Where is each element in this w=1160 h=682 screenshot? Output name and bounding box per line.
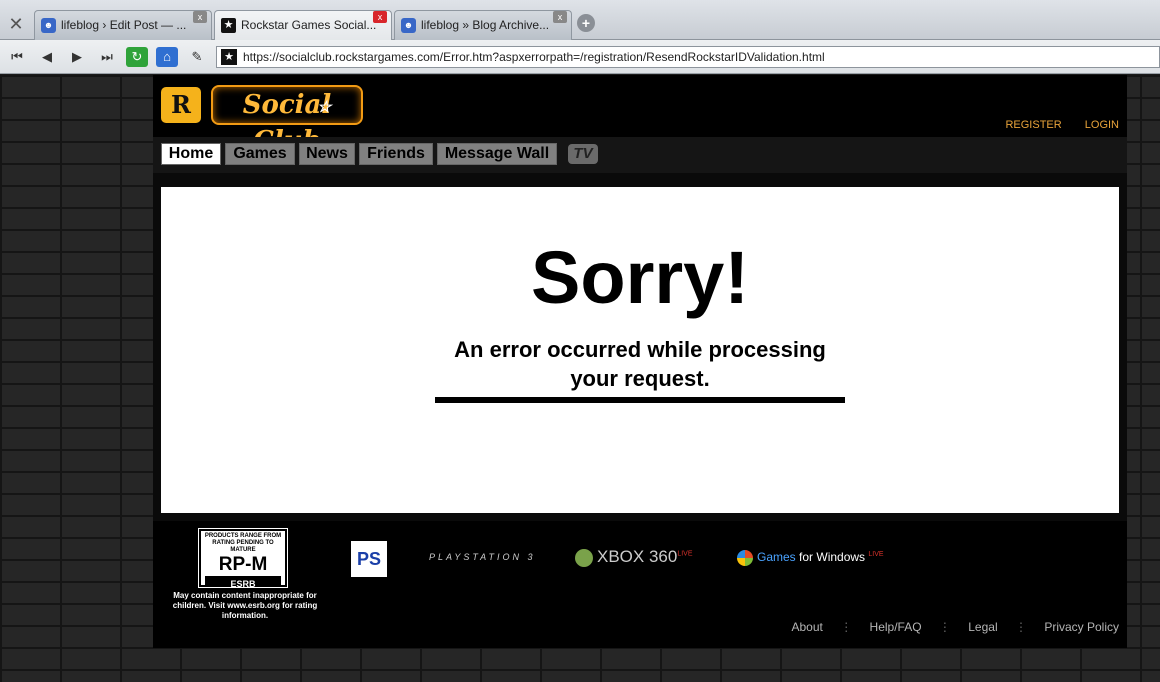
url-text: https://socialclub.rockstargames.com/Err…	[243, 50, 825, 64]
nav-friends[interactable]: Friends	[359, 143, 433, 165]
footer-link-privacy[interactable]: Privacy Policy	[1044, 620, 1119, 634]
playstation-logo-icon[interactable]: PS	[351, 541, 387, 577]
tv-icon[interactable]: TV	[568, 144, 598, 164]
close-tab-icon[interactable]: x	[553, 11, 567, 23]
windows-flag-icon	[737, 550, 753, 566]
login-link[interactable]: LOGIN	[1085, 119, 1119, 131]
rewind-icon[interactable]: ⏮	[6, 47, 28, 67]
tab-social-club[interactable]: ★ Rockstar Games Social... x	[214, 10, 392, 41]
tab-label: Rockstar Games Social...	[241, 18, 377, 32]
esrb-top-text: PRODUCTS RANGE FROM RATING PENDING TO MA…	[204, 533, 282, 553]
xbox-text: XBOX 360	[597, 547, 678, 566]
rockstar-icon: ★	[221, 18, 236, 33]
footer-link-about[interactable]: About	[791, 620, 822, 634]
error-panel: Sorry! An error occurred while processin…	[161, 187, 1119, 513]
site-footer: PRODUCTS RANGE FROM RATING PENDING TO MA…	[153, 521, 1127, 648]
error-message: An error occurred while processing your …	[454, 337, 826, 391]
address-bar[interactable]: ★ https://socialclub.rockstargames.com/E…	[216, 46, 1160, 68]
gfw-live-text: LIVE	[868, 551, 884, 559]
esrb-note: May contain content inappropriate for ch…	[172, 591, 318, 620]
tab-blog-archive[interactable]: ☻ lifeblog » Blog Archive... x	[394, 10, 572, 40]
nav-news[interactable]: News	[299, 143, 355, 165]
blog-icon: ☻	[401, 18, 416, 33]
rockstar-icon: ★	[221, 49, 237, 65]
xbox-360-logo[interactable]: XBOX 360LIVE	[575, 547, 693, 567]
site-container: R ☆ Social Club REGISTER LOGIN Home Game…	[153, 75, 1127, 648]
tools-icon[interactable]: ✕	[4, 12, 28, 36]
browser-tab-bar: ✕ ☻ lifeblog › Edit Post — ... x ★ Rocks…	[0, 0, 1160, 41]
nav-message-wall[interactable]: Message Wall	[437, 143, 557, 165]
edit-icon[interactable]: ✎	[186, 47, 208, 67]
reload-icon[interactable]: ↻	[126, 47, 148, 67]
tab-label: lifeblog » Blog Archive...	[421, 18, 550, 32]
site-nav: Home Games News Friends Message Wall TV	[153, 137, 1127, 173]
gfw-games-text: Games	[757, 550, 796, 565]
games-for-windows-logo[interactable]: Games for Windows LIVE	[737, 550, 884, 566]
esrb-rating-badge[interactable]: PRODUCTS RANGE FROM RATING PENDING TO MA…	[198, 528, 288, 592]
gfw-rest-text: for Windows	[799, 550, 866, 565]
blog-icon: ☻	[41, 18, 56, 33]
footer-separator: ⋮	[840, 620, 853, 634]
site-header: R ☆ Social Club REGISTER LOGIN	[153, 75, 1127, 156]
footer-link-legal[interactable]: Legal	[968, 620, 997, 634]
footer-separator: ⋮	[1014, 620, 1027, 634]
error-title: Sorry!	[531, 236, 749, 319]
playstation3-logo[interactable]: PLAYSTATION 3	[429, 552, 536, 562]
new-tab-icon[interactable]: +	[577, 14, 595, 32]
esrb-rating: RP-M	[218, 554, 268, 575]
footer-separator: ⋮	[938, 620, 951, 634]
close-tab-icon[interactable]: x	[373, 11, 387, 23]
nav-games[interactable]: Games	[225, 143, 295, 165]
home-icon[interactable]: ⌂	[156, 47, 178, 67]
footer-link-help[interactable]: Help/FAQ	[870, 620, 922, 634]
browser-nav-bar: ⏮ ◀ ▶ ⏭ ↻ ⌂ ✎ ★ https://socialclub.rocks…	[0, 40, 1160, 74]
social-club-logo[interactable]: ☆ Social Club	[211, 85, 363, 156]
xbox-live-text: LIVE	[677, 550, 693, 558]
xbox-orb-icon	[575, 548, 593, 567]
tab-label: lifeblog › Edit Post — ...	[61, 18, 187, 32]
star-icon: ☆	[317, 97, 332, 116]
esrb-logo-text: ESRB	[205, 576, 281, 592]
top-links: REGISTER LOGIN	[985, 119, 1119, 131]
register-link[interactable]: REGISTER	[1005, 119, 1061, 131]
footer-links: About ⋮ Help/FAQ ⋮ Legal ⋮ Privacy Polic…	[777, 620, 1119, 634]
fast-forward-icon[interactable]: ⏭	[96, 47, 118, 67]
close-tab-icon[interactable]: x	[193, 11, 207, 23]
page-background: R ☆ Social Club REGISTER LOGIN Home Game…	[0, 75, 1160, 682]
forward-icon[interactable]: ▶	[66, 47, 88, 67]
back-icon[interactable]: ◀	[36, 47, 58, 67]
divider	[435, 397, 845, 403]
tab-edit-post[interactable]: ☻ lifeblog › Edit Post — ... x	[34, 10, 212, 40]
rockstar-logo[interactable]: R	[161, 87, 201, 123]
nav-home[interactable]: Home	[161, 143, 221, 165]
